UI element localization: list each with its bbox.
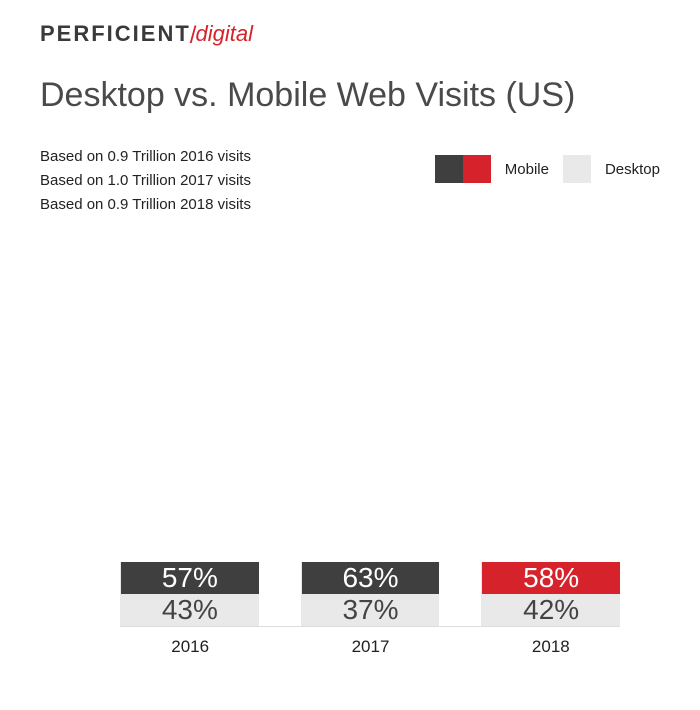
note-line: Based on 0.9 Trillion 2018 visits bbox=[40, 193, 251, 217]
meta-row: Based on 0.9 Trillion 2016 visits Based … bbox=[40, 145, 660, 217]
segment-desktop: 37% bbox=[302, 594, 440, 626]
bar-group: 57% 43% 63% 37% 58% 42% bbox=[120, 257, 620, 627]
segment-mobile: 58% bbox=[482, 562, 620, 594]
note-line: Based on 1.0 Trillion 2017 visits bbox=[40, 169, 251, 193]
brand-logo: PERFICIENT / digital bbox=[40, 20, 660, 48]
legend-desktop-label: Desktop bbox=[605, 161, 660, 178]
legend-mobile-label: Mobile bbox=[505, 161, 549, 178]
segment-mobile: 57% bbox=[121, 562, 259, 594]
logo-digital: digital bbox=[195, 21, 252, 47]
segment-desktop: 42% bbox=[482, 594, 620, 626]
segment-desktop: 43% bbox=[121, 594, 259, 626]
chart-title: Desktop vs. Mobile Web Visits (US) bbox=[40, 76, 660, 115]
note-line: Based on 0.9 Trillion 2016 visits bbox=[40, 145, 251, 169]
data-notes: Based on 0.9 Trillion 2016 visits Based … bbox=[40, 145, 251, 217]
x-tick: 2018 bbox=[482, 637, 620, 657]
x-tick: 2016 bbox=[121, 637, 259, 657]
bar-2017: 63% 37% bbox=[301, 562, 440, 626]
x-axis: 2016 2017 2018 bbox=[120, 637, 620, 657]
swatch-dark-icon bbox=[435, 155, 463, 183]
logo-slash-icon: / bbox=[190, 22, 197, 50]
x-tick: 2017 bbox=[301, 637, 439, 657]
bar-2016: 57% 43% bbox=[120, 562, 259, 626]
swatch-desktop-icon bbox=[563, 155, 591, 183]
logo-perficient: PERFICIENT bbox=[40, 21, 191, 47]
chart-area: 57% 43% 63% 37% 58% 42% 2016 2017 2018 bbox=[40, 257, 660, 657]
legend: Mobile Desktop bbox=[435, 145, 660, 183]
bar-2018: 58% 42% bbox=[481, 562, 620, 626]
segment-mobile: 63% bbox=[302, 562, 440, 594]
swatch-red-icon bbox=[463, 155, 491, 183]
legend-mobile-swatch bbox=[435, 155, 491, 183]
